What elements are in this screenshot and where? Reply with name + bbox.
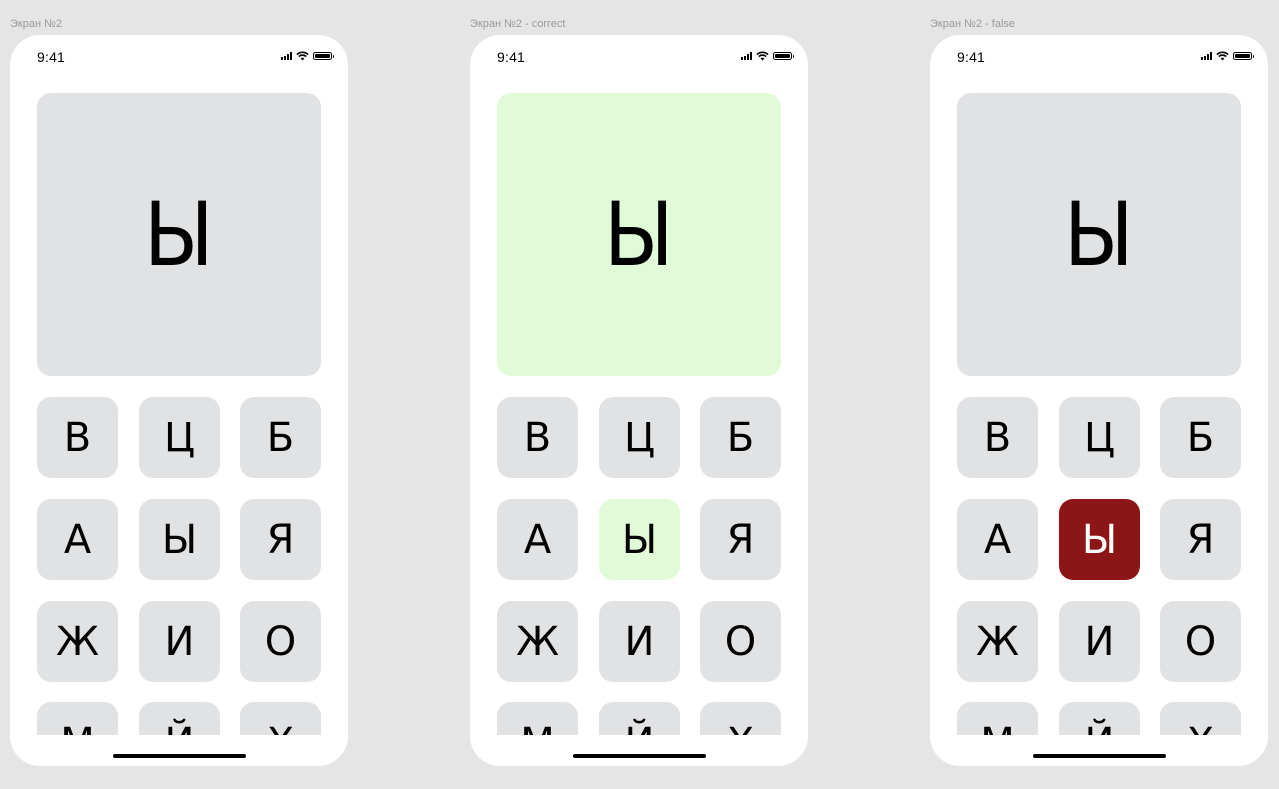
letter-key-correct[interactable]: Ы <box>599 499 680 580</box>
letter-key[interactable]: В <box>497 397 578 478</box>
frame-label: Экран №2 - false <box>930 18 1016 30</box>
frame-label: Экран №2 - correct <box>470 18 566 30</box>
home-indicator[interactable] <box>113 754 246 758</box>
status-icons <box>281 51 334 61</box>
letter-key[interactable]: Х <box>700 702 781 735</box>
letter-key[interactable]: Б <box>1160 397 1241 478</box>
target-letter-card: Ы <box>37 93 321 376</box>
target-letter-card: Ы <box>957 93 1241 376</box>
letter-key[interactable]: Ц <box>599 397 680 478</box>
wifi-icon <box>296 51 309 61</box>
letter-key[interactable]: А <box>957 499 1038 580</box>
target-letter: Ы <box>144 182 214 286</box>
letter-key[interactable]: В <box>957 397 1038 478</box>
status-time: 9:41 <box>37 49 66 65</box>
letter-key[interactable]: Я <box>1160 499 1241 580</box>
letter-key[interactable]: М <box>37 702 118 735</box>
letter-key[interactable]: Х <box>240 702 321 735</box>
letter-key[interactable]: М <box>957 702 1038 735</box>
status-time: 9:41 <box>497 49 526 65</box>
letter-key[interactable]: Й <box>1059 702 1140 735</box>
status-icons <box>1201 51 1254 61</box>
home-indicator[interactable] <box>1033 754 1166 758</box>
letter-key-wrong[interactable]: Ы <box>1059 499 1140 580</box>
target-letter: Ы <box>604 182 674 286</box>
letter-key[interactable]: И <box>599 601 680 682</box>
wifi-icon <box>1216 51 1229 61</box>
letter-key[interactable]: А <box>37 499 118 580</box>
phone-screen-false: 9:41 Ы В Ц Б А Ы Я Ж И О М Й Х <box>930 35 1268 766</box>
cellular-signal-icon <box>281 52 292 60</box>
phone-screen-correct: 9:41 Ы В Ц Б А Ы Я Ж И О М Й Х <box>470 35 808 766</box>
letter-key-selected[interactable]: Ы <box>139 499 220 580</box>
letter-key[interactable]: О <box>1160 601 1241 682</box>
letter-key[interactable]: Я <box>240 499 321 580</box>
letter-key[interactable]: Ж <box>37 601 118 682</box>
letter-key[interactable]: О <box>700 601 781 682</box>
target-letter-card: Ы <box>497 93 781 376</box>
status-time: 9:41 <box>957 49 986 65</box>
letter-key[interactable]: М <box>497 702 578 735</box>
letter-key[interactable]: И <box>1059 601 1140 682</box>
letter-key[interactable]: Х <box>1160 702 1241 735</box>
battery-icon <box>313 52 334 60</box>
frame-label: Экран №2 <box>10 18 63 30</box>
letter-key[interactable]: Ц <box>139 397 220 478</box>
home-indicator[interactable] <box>573 754 706 758</box>
cellular-signal-icon <box>1201 52 1212 60</box>
letter-key[interactable]: Ц <box>1059 397 1140 478</box>
letter-key[interactable]: В <box>37 397 118 478</box>
letter-key[interactable]: Й <box>139 702 220 735</box>
letter-key[interactable]: Ж <box>497 601 578 682</box>
battery-icon <box>773 52 794 60</box>
status-icons <box>741 51 794 61</box>
letter-key[interactable]: Я <box>700 499 781 580</box>
letter-key[interactable]: И <box>139 601 220 682</box>
cellular-signal-icon <box>741 52 752 60</box>
letter-key[interactable]: Б <box>240 397 321 478</box>
letter-key[interactable]: А <box>497 499 578 580</box>
letter-key[interactable]: О <box>240 601 321 682</box>
target-letter: Ы <box>1064 182 1134 286</box>
letter-key[interactable]: Й <box>599 702 680 735</box>
wifi-icon <box>756 51 769 61</box>
letter-key[interactable]: Ж <box>957 601 1038 682</box>
letter-key[interactable]: Б <box>700 397 781 478</box>
phone-screen-default: 9:41 Ы В Ц Б А Ы Я Ж И О М Й Х <box>10 35 348 766</box>
battery-icon <box>1233 52 1254 60</box>
